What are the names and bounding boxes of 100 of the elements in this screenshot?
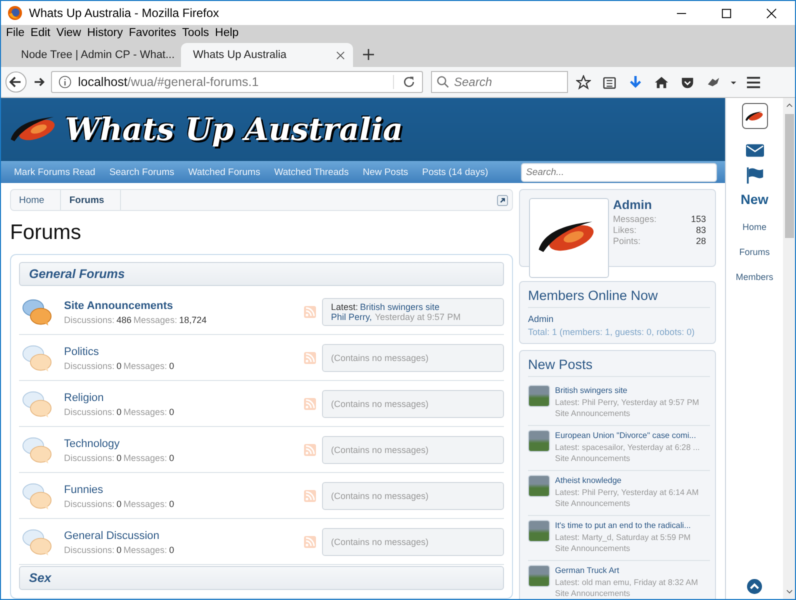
section-title: Members Online Now — [528, 288, 710, 308]
stat-value: 18,724 — [179, 314, 207, 324]
menu-item[interactable]: Favorites — [128, 27, 182, 39]
stat-label: Discussions: — [64, 452, 115, 462]
thread-link[interactable]: European Union "Divorce" case comi... — [555, 430, 700, 442]
scrollbar[interactable] — [783, 98, 795, 599]
forum-name: Site Announcements — [555, 588, 632, 599]
username-link[interactable]: Admin — [613, 198, 706, 212]
post-meta: Latest: Phil Perry, Yesterday at 9:57 PM — [555, 396, 700, 408]
download-icon[interactable] — [628, 74, 643, 90]
home-icon[interactable] — [654, 74, 669, 90]
thread-link[interactable]: It's time to put an end to the radicali... — [555, 520, 691, 532]
stat-value: 0 — [169, 360, 174, 370]
forum-title-link[interactable]: Politics — [64, 346, 304, 358]
section-title: New Posts — [528, 357, 710, 377]
stat-label: Messages: — [124, 360, 168, 370]
photo-placeholder — [528, 385, 550, 407]
plus-icon[interactable] — [363, 49, 374, 60]
scrollbar-thumb[interactable] — [785, 114, 794, 238]
browser-tab[interactable]: Whats Up Australia — [181, 43, 353, 67]
stat-label: Discussions: — [64, 544, 115, 554]
stat-label: Messages: — [124, 406, 168, 416]
forum-name: Site Announcements — [555, 453, 632, 464]
stat-label: Messages: — [124, 452, 168, 462]
forum-title-link[interactable]: Technology — [64, 438, 304, 450]
star-icon[interactable] — [576, 74, 591, 90]
scroll-top-icon[interactable] — [747, 579, 762, 594]
stat-label: Discussions: — [64, 314, 115, 324]
search-field[interactable]: Search... — [521, 162, 717, 182]
empty-message: (Contains no messages) — [331, 399, 430, 409]
stat-value: 0 — [169, 544, 174, 554]
empty-message: (Contains no messages) — [331, 445, 430, 455]
menu-item[interactable]: Help — [214, 27, 244, 39]
sidebar-link[interactable]: Home — [742, 222, 766, 232]
breadcrumb-link[interactable]: Forums — [61, 190, 122, 210]
page-title: Forums — [10, 221, 82, 245]
menu-item[interactable]: View — [55, 27, 86, 39]
menu-icon[interactable] — [746, 74, 761, 90]
stat-value: 0 — [116, 498, 122, 508]
forum-name: Site Announcements — [555, 408, 632, 420]
forum-title-link[interactable]: Site Announcements — [64, 300, 304, 312]
photo-placeholder — [528, 430, 550, 452]
stat-value: 153 — [690, 214, 706, 225]
thread-link[interactable]: German Truck Art — [555, 565, 698, 576]
breadcrumb-link[interactable]: Home — [11, 190, 62, 210]
online-total: Total: 1 (members: 1, guests: 0, robots: 0) — [528, 327, 696, 337]
stat-value: 0 — [169, 498, 174, 508]
forum-title-link[interactable]: Funnies — [64, 484, 304, 496]
menu-item[interactable]: History — [86, 27, 128, 39]
stat-value: 0 — [116, 360, 122, 370]
stat-value: 0 — [116, 544, 122, 554]
stat-label: Messages: — [613, 214, 657, 225]
logo-icon — [744, 108, 766, 124]
sidebar-link[interactable]: Members — [736, 272, 774, 282]
avatar-image[interactable] — [742, 103, 768, 129]
new-link[interactable]: New — [740, 192, 768, 207]
latest-label: Latest: — [331, 302, 358, 312]
photo-placeholder — [528, 520, 550, 542]
forum-title-link[interactable]: General Discussion — [64, 530, 304, 542]
browser-tab[interactable]: Node Tree | Admin CP - What... — [9, 43, 181, 67]
member-link[interactable]: Admin — [528, 314, 710, 324]
sidebar-link[interactable]: Forums — [739, 247, 770, 257]
search-field[interactable]: Search — [431, 71, 568, 93]
forward-icon[interactable] — [32, 75, 46, 89]
photo-placeholder — [528, 475, 550, 497]
post-meta: Latest: Phil Perry, Yesterday at 6:14 AM — [555, 486, 699, 498]
close-icon[interactable] — [766, 8, 777, 18]
author-link[interactable]: Phil Perry, — [331, 312, 372, 322]
stat-label: Likes: — [613, 225, 637, 236]
flag-icon[interactable] — [746, 167, 764, 184]
stat-label: Discussions: — [64, 498, 115, 508]
search-icon — [436, 75, 450, 89]
post-meta: Latest: spacesailor, Yesterday at 6:28 ... — [555, 442, 700, 453]
address-bar[interactable]: localhost/wua/#general-forums.1 — [51, 71, 423, 93]
stat-label: Messages: — [124, 498, 168, 508]
reading-list-icon[interactable] — [602, 74, 617, 90]
site-logo[interactable]: Whats Up Australia — [65, 112, 403, 148]
category-header[interactable]: Sex — [19, 566, 504, 590]
photo-placeholder — [528, 565, 550, 587]
maximize-icon[interactable] — [721, 8, 732, 18]
stat-value: 28 — [696, 236, 706, 247]
mail-icon[interactable] — [746, 144, 764, 157]
stat-label: Discussions: — [64, 406, 115, 416]
menu-item[interactable]: Tools — [181, 27, 214, 39]
window-title: Whats Up Australia - Mozilla Firefox — [29, 6, 220, 20]
category-header[interactable]: General Forums — [19, 262, 504, 286]
stat-label: Messages: — [124, 544, 168, 554]
expand-icon[interactable] — [497, 194, 508, 206]
stat-value: 0 — [116, 406, 122, 416]
reload-icon[interactable] — [393, 75, 416, 89]
menu-item[interactable]: Edit — [30, 27, 56, 39]
forum-title-link[interactable]: Religion — [64, 392, 304, 404]
thread-link[interactable]: Atheist knowledge — [555, 475, 699, 486]
empty-message: (Contains no messages) — [331, 491, 430, 501]
close-icon[interactable] — [336, 50, 345, 60]
back-icon[interactable] — [5, 71, 27, 93]
thread-link[interactable]: British swingers site — [555, 385, 700, 396]
empty-message: (Contains no messages) — [331, 537, 430, 547]
menu-item[interactable]: File — [5, 27, 30, 39]
thread-link[interactable]: British swingers site — [360, 302, 440, 312]
